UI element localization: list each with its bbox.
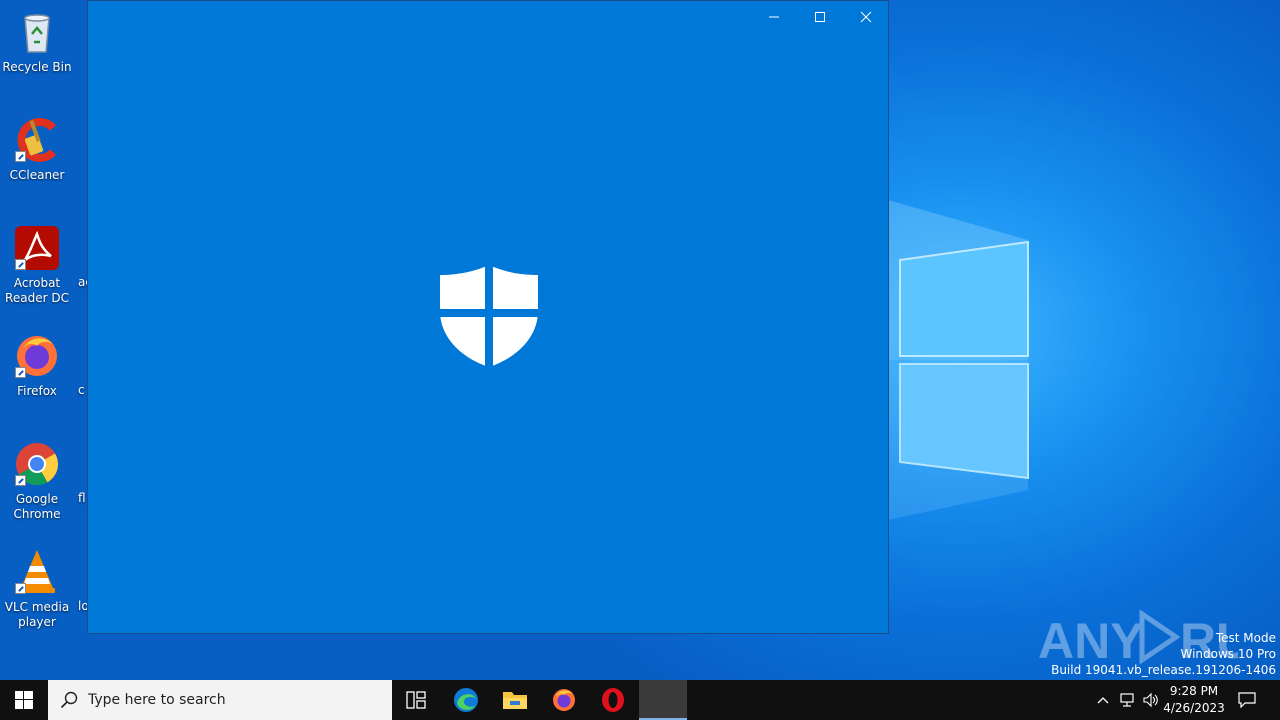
folder-icon — [503, 692, 527, 709]
desktop-icon-ccleaner[interactable]: CCleaner — [0, 116, 74, 183]
shortcut-arrow-icon — [15, 583, 26, 594]
clock-time: 9:28 PM — [1169, 684, 1219, 698]
close-button[interactable] — [843, 1, 889, 33]
minimize-button[interactable] — [751, 1, 797, 33]
taskbar-app-file-explorer[interactable] — [491, 680, 539, 720]
taskbar-clock[interactable]: 9:28 PM 4/26/2023 — [1162, 683, 1226, 717]
desktop-icon-label: Firefox — [17, 384, 57, 398]
task-view-icon — [406, 691, 426, 709]
taskbar-app-firefox[interactable] — [540, 680, 588, 720]
start-button[interactable] — [0, 680, 48, 720]
edge-icon — [454, 688, 478, 712]
taskbar-app-windows-security[interactable] — [639, 680, 687, 720]
desktop-icon-label: Recycle Bin — [2, 60, 72, 74]
desktop-icon-label: CCleaner — [9, 168, 65, 182]
taskbar-app-opera[interactable] — [589, 680, 637, 720]
ccleaner-icon — [13, 116, 61, 164]
maximize-button[interactable] — [797, 1, 843, 33]
network-button[interactable] — [1116, 680, 1138, 720]
volume-button[interactable] — [1140, 680, 1162, 720]
os-edition-label: Windows 10 Pro — [1180, 647, 1276, 661]
network-icon — [1120, 693, 1134, 707]
shortcut-arrow-icon — [15, 151, 26, 162]
notification-icon — [1238, 692, 1256, 708]
chrome-icon — [13, 440, 61, 488]
desktop-icon-firefox[interactable]: Firefox — [0, 332, 74, 399]
shortcut-arrow-icon — [15, 475, 26, 486]
desktop-icon-acrobat[interactable]: Acrobat Reader DC — [0, 224, 74, 306]
firefox-icon — [553, 689, 575, 711]
opera-icon — [602, 688, 624, 712]
build-label: Build 19041.vb_release.191206-1406 — [1051, 663, 1276, 677]
windows-security-splash-window — [87, 0, 889, 634]
windows-security-shield-icon — [438, 263, 540, 369]
shortcut-arrow-icon — [15, 259, 26, 270]
desktop-icon-vlc[interactable]: VLC media player — [0, 548, 74, 630]
recycle-bin-icon — [13, 8, 61, 56]
desktop-icon-chrome[interactable]: Google Chrome — [0, 440, 74, 522]
windows-start-icon — [15, 691, 33, 709]
windows-logo-wallpaper — [888, 200, 1029, 520]
taskbar: Type here to search 9:28 PM 4/26/2023 — [0, 680, 1280, 720]
test-mode-info: Test Mode Windows 10 Pro Build 19041.vb_… — [1051, 630, 1276, 678]
speaker-icon — [1143, 692, 1158, 708]
search-icon — [60, 691, 78, 709]
shortcut-arrow-icon — [15, 367, 26, 378]
task-view-button[interactable] — [392, 680, 440, 720]
taskbar-app-edge[interactable] — [442, 680, 490, 720]
firefox-icon — [13, 332, 61, 380]
vlc-icon — [13, 548, 61, 596]
desktop-icon-label-partial: fl — [78, 491, 86, 505]
chevron-up-icon — [1097, 697, 1109, 704]
clock-date: 4/26/2023 — [1163, 701, 1225, 715]
test-mode-label: Test Mode — [1215, 631, 1276, 645]
desktop: Recycle Bin CCleaner Acrobat Reader DC F… — [0, 0, 1280, 680]
minimize-icon — [769, 16, 779, 18]
desktop-icon-label-partial: c — [78, 383, 85, 397]
desktop-icon-recycle-bin[interactable]: Recycle Bin — [0, 8, 74, 75]
search-placeholder: Type here to search — [88, 692, 226, 708]
action-center-button[interactable] — [1232, 680, 1262, 720]
desktop-icon-label: Google Chrome — [13, 492, 61, 521]
maximize-icon — [815, 12, 825, 22]
close-icon — [860, 11, 872, 23]
acrobat-icon — [13, 224, 61, 272]
show-hidden-icons-button[interactable] — [1092, 680, 1114, 720]
desktop-icon-label: VLC media player — [4, 600, 70, 629]
desktop-icon-label: Acrobat Reader DC — [5, 276, 69, 305]
taskbar-search-box[interactable]: Type here to search — [48, 680, 392, 720]
